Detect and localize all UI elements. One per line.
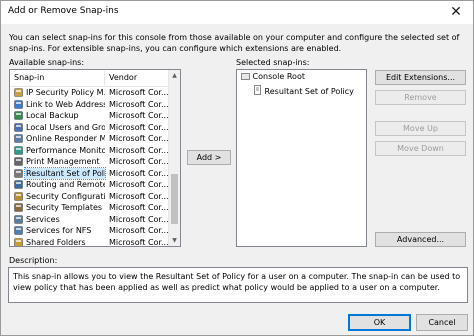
available-rows: IP Security Policy M... Microsoft Cor... L… [10, 87, 170, 247]
add-button[interactable]: Add > [187, 150, 231, 165]
snapin-name: Security Configurati... [26, 191, 105, 201]
snapin-vendor: Microsoft Cor... [109, 111, 169, 120]
snapin-row[interactable]: Performance Monitor Microsoft Cor... [10, 145, 170, 157]
column-separator[interactable] [104, 71, 105, 85]
snapin-name: Print Management [26, 157, 100, 166]
snapin-vendor: Microsoft Cor... [109, 203, 169, 212]
snapin-row[interactable]: Shared Folders Microsoft Cor... [10, 237, 170, 247]
web-link-icon [14, 99, 23, 109]
perf-monitor-icon [14, 145, 23, 155]
column-header-snapin[interactable]: Snap-in [14, 73, 44, 82]
description-text: This snap-in allows you to view the Resu… [8, 267, 468, 303]
snapin-row[interactable]: Services for NFS Microsoft Cor... [10, 225, 170, 237]
snapin-name: IP Security Policy M... [26, 88, 105, 97]
column-header: Snap-in Vendor [10, 70, 170, 87]
scroll-up-icon[interactable]: ▲ [169, 70, 180, 81]
add-remove-snapins-dialog: Add or Remove Snap-ins ✕ You can select … [0, 0, 474, 336]
snapin-vendor: Microsoft Cor... [109, 134, 169, 143]
snapin-name: Services [26, 214, 60, 224]
snapin-row[interactable]: Online Responder M... Microsoft Cor... [10, 133, 170, 145]
snapin-vendor: Microsoft Cor... [109, 157, 169, 166]
snapin-name: Resultant Set of Policy [24, 166, 106, 180]
snapin-row[interactable]: Link to Web Address Microsoft Cor... [10, 99, 170, 111]
snapin-vendor: Microsoft Cor... [109, 88, 169, 97]
nfs-icon [14, 226, 23, 235]
printer-icon [14, 157, 23, 166]
close-button[interactable]: ✕ [439, 1, 473, 24]
vertical-scrollbar[interactable]: ▲ ▼ [168, 70, 180, 246]
ip-security-icon [14, 88, 23, 97]
snapin-name: Link to Web Address [26, 99, 105, 109]
snapin-name: Local Users and Gro... [26, 122, 105, 132]
scroll-down-icon[interactable]: ▼ [169, 235, 180, 246]
snapin-row[interactable]: Services Microsoft Cor... [10, 214, 170, 226]
scroll-thumb[interactable] [171, 174, 178, 224]
intro-text: You can select snap-ins for this console… [9, 33, 460, 53]
snapin-vendor: Microsoft Cor... [109, 145, 169, 155]
tree-child-label: Resultant Set of Policy [264, 87, 354, 96]
available-snapins-label: Available snap-ins: [9, 58, 85, 67]
snapin-name: Performance Monitor [26, 145, 105, 155]
snapin-row[interactable]: Local Users and Gro... Microsoft Cor... [10, 122, 170, 134]
window-title: Add or Remove Snap-ins [8, 6, 119, 16]
ok-button[interactable]: OK [348, 314, 411, 331]
snapin-row[interactable]: Local Backup Microsoft Cor... [10, 110, 170, 122]
snapin-vendor: Microsoft Cor... [109, 122, 169, 132]
tree-node-console-root[interactable]: Console Root [241, 72, 305, 81]
snapin-vendor: Microsoft Cor... [109, 180, 169, 189]
shared-folder-icon [14, 237, 23, 246]
snapin-vendor: Microsoft Cor... [109, 237, 169, 247]
snapin-vendor: Microsoft Cor... [109, 168, 169, 178]
move-up-button[interactable]: Move Up [375, 121, 466, 136]
snapin-name: Shared Folders [26, 237, 86, 247]
security-config-icon [14, 191, 23, 201]
selected-snapins-tree[interactable]: Console Root Resultant Set of Policy [236, 69, 367, 247]
security-templates-icon [14, 203, 23, 212]
tree-node-resultant-set-of-policy[interactable]: Resultant Set of Policy [253, 85, 354, 96]
edit-extensions-button[interactable]: Edit Extensions... [375, 70, 466, 85]
title-bar: Add or Remove Snap-ins ✕ [1, 1, 473, 24]
services-icon [14, 214, 23, 224]
cancel-button[interactable]: Cancel [416, 314, 468, 331]
users-icon [14, 122, 23, 132]
column-header-vendor[interactable]: Vendor [109, 73, 137, 82]
snapin-vendor: Microsoft Cor... [109, 99, 169, 109]
advanced-button[interactable]: Advanced... [375, 232, 466, 247]
tree-root-label: Console Root [252, 72, 305, 81]
snapin-vendor: Microsoft Cor... [109, 226, 169, 235]
routing-icon [14, 180, 23, 189]
snapin-row[interactable]: Print Management Microsoft Cor... [10, 156, 170, 168]
snapin-row[interactable]: Security Configurati... Microsoft Cor... [10, 191, 170, 203]
responder-icon [14, 134, 23, 143]
policy-icon [14, 168, 23, 178]
remove-button[interactable]: Remove [375, 90, 466, 105]
snapin-row[interactable]: Routing and Remote... Microsoft Cor... [10, 179, 170, 191]
snapin-name: Online Responder M... [26, 134, 105, 143]
snapin-name: Services for NFS [26, 226, 92, 235]
description-label: Description: [9, 256, 58, 265]
snapin-row[interactable]: Resultant Set of PolicyMicrosoft Cor... [10, 166, 170, 180]
snapin-row[interactable]: IP Security Policy M... Microsoft Cor... [10, 87, 170, 99]
snapin-vendor: Microsoft Cor... [109, 191, 169, 201]
snapin-row[interactable]: Security Templates Microsoft Cor... [10, 202, 170, 214]
move-down-button[interactable]: Move Down [375, 141, 466, 156]
snapin-name: Security Templates [26, 203, 103, 212]
policy-icon [254, 85, 261, 95]
snapin-vendor: Microsoft Cor... [109, 214, 169, 224]
selected-snapins-label: Selected snap-ins: [236, 58, 310, 67]
available-snapins-list[interactable]: Snap-in Vendor IP Security Policy M... Mi… [9, 69, 181, 247]
snapin-name: Local Backup [26, 111, 79, 120]
folder-icon [241, 73, 250, 80]
snapin-name: Routing and Remote... [26, 180, 105, 189]
backup-icon [14, 111, 23, 120]
